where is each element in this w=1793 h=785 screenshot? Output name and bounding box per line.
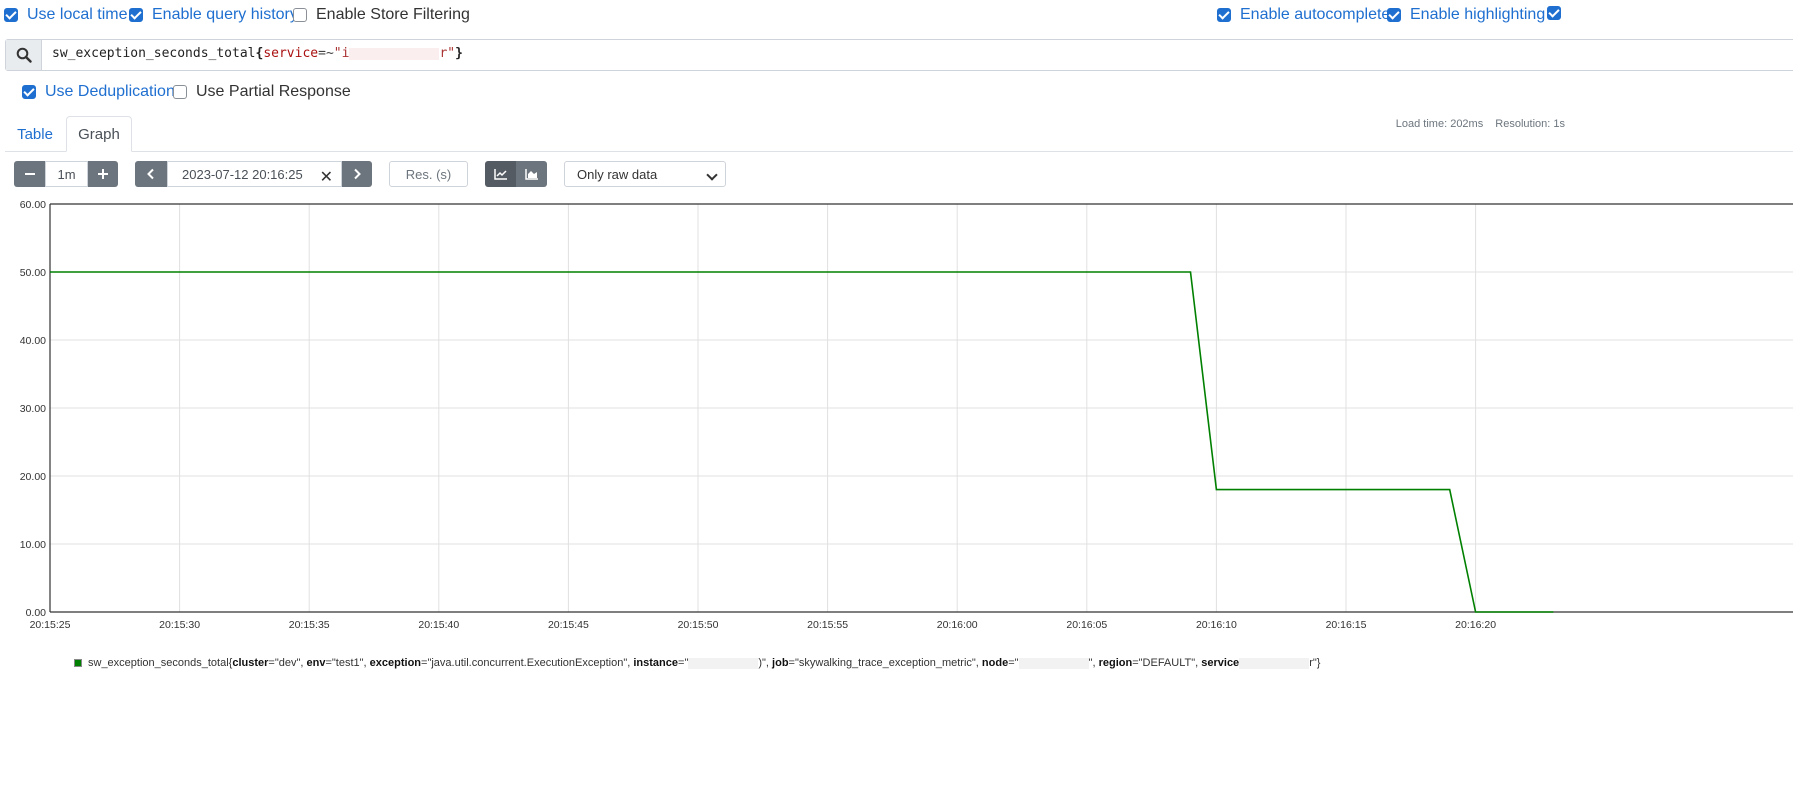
tab-graph[interactable]: Graph xyxy=(66,116,132,152)
enable-highlighting-checkbox[interactable]: Enable highlighting xyxy=(1387,6,1545,24)
enable-autocomplete-label: Enable autocomplete xyxy=(1240,6,1391,23)
legend-series-label[interactable]: sw_exception_seconds_total{cluster="dev"… xyxy=(88,657,1320,669)
line-chart-icon xyxy=(493,169,507,180)
use-deduplication-label: Use Deduplication xyxy=(45,83,175,100)
use-local-time-label: Use local time xyxy=(27,6,128,23)
clear-icon[interactable]: ✕ xyxy=(320,167,333,187)
search-button[interactable] xyxy=(6,40,42,70)
use-deduplication-checkbox[interactable]: Use Deduplication xyxy=(22,83,175,101)
y-tick-label: 40.00 xyxy=(20,335,46,347)
increase-range-button[interactable] xyxy=(88,161,118,187)
query-metric: sw_exception_seconds_total xyxy=(52,46,256,61)
x-tick-label: 20:16:10 xyxy=(1196,619,1237,631)
decrease-range-button[interactable] xyxy=(14,161,45,187)
enable-store-filtering-label: Enable Store Filtering xyxy=(316,6,470,23)
use-local-time-checkbox[interactable]: Use local time xyxy=(4,6,127,24)
checkbox-unchecked-icon[interactable] xyxy=(173,85,187,99)
y-tick-label: 0.00 xyxy=(26,607,47,619)
x-tick-label: 20:15:35 xyxy=(289,619,330,631)
enable-query-history-label: Enable query history xyxy=(152,6,298,23)
resolution-input[interactable]: Res. (s) xyxy=(389,161,468,187)
query-close-brace: } xyxy=(455,46,463,61)
y-tick-label: 10.00 xyxy=(20,539,46,551)
enable-highlighting-label: Enable highlighting xyxy=(1410,6,1546,23)
query-value-start: "i xyxy=(333,46,350,61)
chevron-left-icon xyxy=(147,168,154,180)
load-time: Load time: 202ms xyxy=(1395,118,1484,130)
display-mode-value: Only raw data xyxy=(577,166,658,182)
x-tick-label: 20:15:45 xyxy=(548,619,589,631)
x-tick-label: 20:16:00 xyxy=(937,619,978,631)
query-label: service xyxy=(263,46,319,61)
x-tick-label: 20:15:30 xyxy=(159,619,200,631)
stacked-chart-button[interactable] xyxy=(516,161,547,187)
next-time-button[interactable] xyxy=(342,161,372,187)
area-chart-icon xyxy=(524,169,538,180)
tab-table[interactable]: Table xyxy=(9,117,61,151)
x-tick-label: 20:15:55 xyxy=(807,619,848,631)
y-tick-label: 60.00 xyxy=(20,199,46,211)
chevron-down-icon xyxy=(706,169,718,181)
y-tick-label: 20.00 xyxy=(20,471,46,483)
plus-icon xyxy=(98,169,108,179)
truncated-option-checkbox[interactable] xyxy=(1547,6,1570,20)
legend-swatch[interactable] xyxy=(74,659,82,667)
series-line xyxy=(50,271,1554,613)
end-time-value: 2023-07-12 20:16:25 xyxy=(182,166,303,182)
search-icon xyxy=(16,47,32,63)
checkbox-checked-icon[interactable] xyxy=(1547,6,1561,20)
checkbox-unchecked-icon[interactable] xyxy=(293,8,307,22)
x-tick-label: 20:15:40 xyxy=(418,619,459,631)
checkbox-checked-icon[interactable] xyxy=(129,8,143,22)
enable-store-filtering-checkbox[interactable]: Enable Store Filtering xyxy=(293,6,470,24)
graph-chart[interactable]: 0.00 10.00 20.00 30.00 40.00 50.00 60.00 20:15:… xyxy=(0,195,1793,640)
y-tick-label: 50.00 xyxy=(20,267,46,279)
enable-autocomplete-checkbox[interactable]: Enable autocomplete xyxy=(1217,6,1390,24)
query-operator: =~ xyxy=(318,46,334,61)
enable-query-history-checkbox[interactable]: Enable query history xyxy=(129,6,298,24)
end-time-input[interactable]: 2023-07-12 20:16:25 ✕ xyxy=(167,161,342,187)
query-stats: Load time: 202ms Resolution: 1s xyxy=(1387,118,1565,130)
redacted-value xyxy=(349,47,440,60)
query-value-end: r" xyxy=(439,46,456,61)
x-tick-label: 20:15:25 xyxy=(30,619,71,631)
y-tick-label: 30.00 xyxy=(20,403,46,415)
use-partial-response-label: Use Partial Response xyxy=(196,83,351,100)
range-input[interactable]: 1m xyxy=(45,161,88,187)
redacted-value xyxy=(688,657,759,669)
expression-input[interactable]: sw_exception_seconds_total{service=~"i r"… xyxy=(5,39,1793,71)
x-tick-label: 20:16:20 xyxy=(1455,619,1496,631)
x-tick-label: 20:15:50 xyxy=(678,619,719,631)
display-mode-select[interactable]: Only raw data xyxy=(564,161,726,187)
checkbox-checked-icon[interactable] xyxy=(1387,8,1401,22)
checkbox-checked-icon[interactable] xyxy=(22,85,36,99)
line-chart-button[interactable] xyxy=(485,161,516,187)
previous-time-button[interactable] xyxy=(135,161,167,187)
redacted-value xyxy=(1018,657,1089,669)
resolution: Resolution: 1s xyxy=(1495,118,1565,130)
chevron-right-icon xyxy=(354,168,361,180)
redacted-value xyxy=(1239,657,1310,669)
use-partial-response-checkbox[interactable]: Use Partial Response xyxy=(173,83,351,101)
query-expression[interactable]: sw_exception_seconds_total{service=~"i r"… xyxy=(52,46,463,61)
checkbox-checked-icon[interactable] xyxy=(4,8,18,22)
x-tick-label: 20:16:05 xyxy=(1066,619,1107,631)
minus-icon xyxy=(24,173,35,175)
x-tick-label: 20:16:15 xyxy=(1326,619,1367,631)
checkbox-checked-icon[interactable] xyxy=(1217,8,1231,22)
tabs-divider xyxy=(5,151,1793,152)
graph-legend: sw_exception_seconds_total{cluster="dev"… xyxy=(74,657,1320,669)
